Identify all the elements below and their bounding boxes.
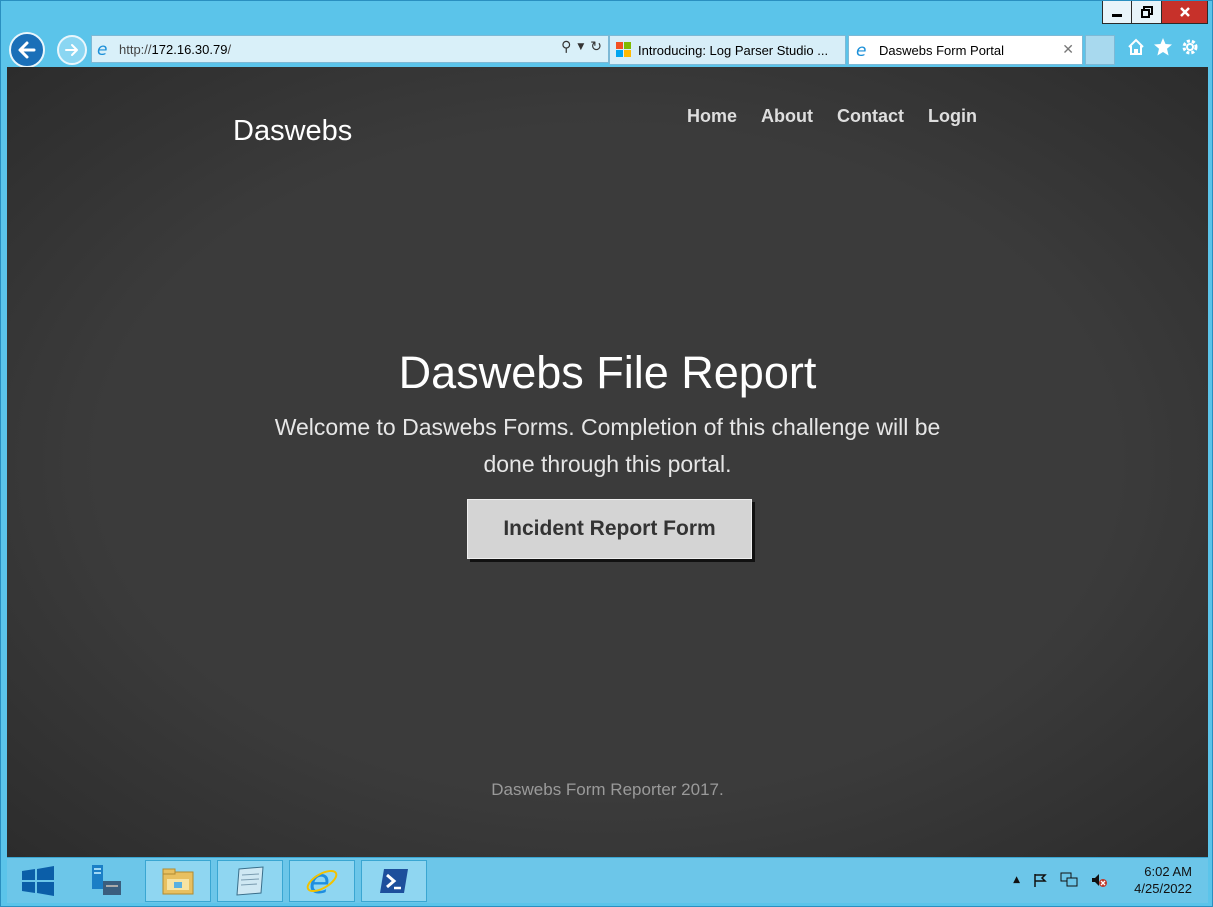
web-page: Daswebs Home About Contact Login Daswebs…	[7, 67, 1208, 857]
ie-page-icon: e	[856, 41, 866, 59]
file-explorer-taskbar-button[interactable]	[145, 860, 211, 902]
network-icon[interactable]	[1060, 872, 1078, 888]
close-button[interactable]	[1162, 1, 1208, 24]
new-tab-button[interactable]	[1085, 35, 1115, 65]
notepad-icon	[236, 866, 264, 896]
tab-close-icon[interactable]: ✕	[1062, 41, 1074, 58]
arrow-left-icon	[18, 41, 36, 59]
site-footer: Daswebs Form Reporter 2017.	[491, 780, 724, 799]
show-hidden-icons-chevron-icon[interactable]: ▲	[1013, 875, 1020, 885]
site-brand[interactable]: Daswebs	[233, 115, 352, 148]
incident-report-form-button[interactable]: Incident Report Form	[467, 499, 752, 559]
powershell-taskbar-button[interactable]	[361, 860, 427, 902]
favorites-star-icon[interactable]	[1153, 37, 1173, 57]
svg-text:e: e	[856, 41, 866, 59]
minimize-icon	[1112, 14, 1122, 17]
clock-date: 4/25/2022	[1134, 881, 1192, 896]
browser-window: e http://172.16.30.79/ ⚲ ▼ ↻ Introducing…	[0, 0, 1213, 907]
taskbar-clock[interactable]: 6:02 AM 4/25/2022	[1134, 863, 1192, 897]
close-icon	[1179, 7, 1190, 17]
tab-label: Introducing: Log Parser Studio ...	[638, 42, 829, 58]
browser-toolbar: e http://172.16.30.79/ ⚲ ▼ ↻ Introducing…	[7, 31, 1206, 68]
settings-gear-icon[interactable]	[1180, 37, 1200, 57]
tab-daswebs-portal[interactable]: e Daswebs Form Portal ✕	[848, 35, 1083, 65]
restore-button[interactable]	[1132, 1, 1162, 24]
clock-time: 6:02 AM	[1144, 864, 1192, 879]
address-url: http://172.16.30.79/	[119, 41, 232, 57]
ie-page-icon: e	[97, 40, 107, 58]
arrow-right-icon	[65, 44, 78, 56]
web-viewport: Daswebs Home About Contact Login Daswebs…	[7, 67, 1208, 857]
svg-text:e: e	[97, 40, 107, 58]
tab-label: Daswebs Form Portal	[879, 42, 1004, 58]
restore-icon	[1140, 6, 1153, 18]
refresh-icon[interactable]: ↻	[590, 39, 602, 55]
windows-logo-icon	[22, 866, 54, 896]
home-icon[interactable]	[1126, 37, 1146, 57]
system-tray: ▲	[1013, 872, 1108, 888]
internet-explorer-icon: e	[306, 864, 338, 898]
dropdown-icon[interactable]: ▼	[577, 42, 584, 52]
address-bar[interactable]: e http://172.16.30.79/ ⚲ ▼ ↻	[91, 35, 609, 63]
hero-title: Daswebs File Report	[398, 347, 817, 398]
server-manager-taskbar-button[interactable]	[73, 860, 139, 902]
hero-lead: Welcome to Daswebs Forms. Completion of …	[274, 414, 941, 477]
server-manager-icon	[92, 865, 121, 895]
powershell-icon	[380, 869, 408, 893]
ie-taskbar-button[interactable]: e	[289, 860, 355, 902]
action-center-flag-icon[interactable]	[1032, 872, 1048, 888]
taskbar: e ▲ 6:02 AM 4/25/2022	[7, 857, 1208, 903]
file-explorer-icon	[162, 868, 194, 895]
notepad-taskbar-button[interactable]	[217, 860, 283, 902]
minimize-button[interactable]	[1102, 1, 1132, 24]
nav-contact-link[interactable]: Contact	[837, 106, 904, 127]
site-nav: Home About Contact Login	[687, 106, 977, 127]
tab-log-parser[interactable]: Introducing: Log Parser Studio ...	[609, 35, 846, 65]
search-icon[interactable]: ⚲	[561, 39, 571, 55]
nav-home-link[interactable]: Home	[687, 106, 737, 127]
start-button[interactable]	[13, 863, 63, 899]
window-caption-buttons	[1102, 1, 1208, 24]
volume-muted-icon[interactable]	[1090, 872, 1108, 888]
nav-about-link[interactable]: About	[761, 106, 813, 127]
browser-command-icons	[1126, 37, 1200, 57]
back-button[interactable]	[9, 32, 45, 68]
forward-button[interactable]	[57, 35, 87, 65]
nav-login-link[interactable]: Login	[928, 106, 977, 127]
microsoft-logo-icon	[616, 42, 631, 57]
